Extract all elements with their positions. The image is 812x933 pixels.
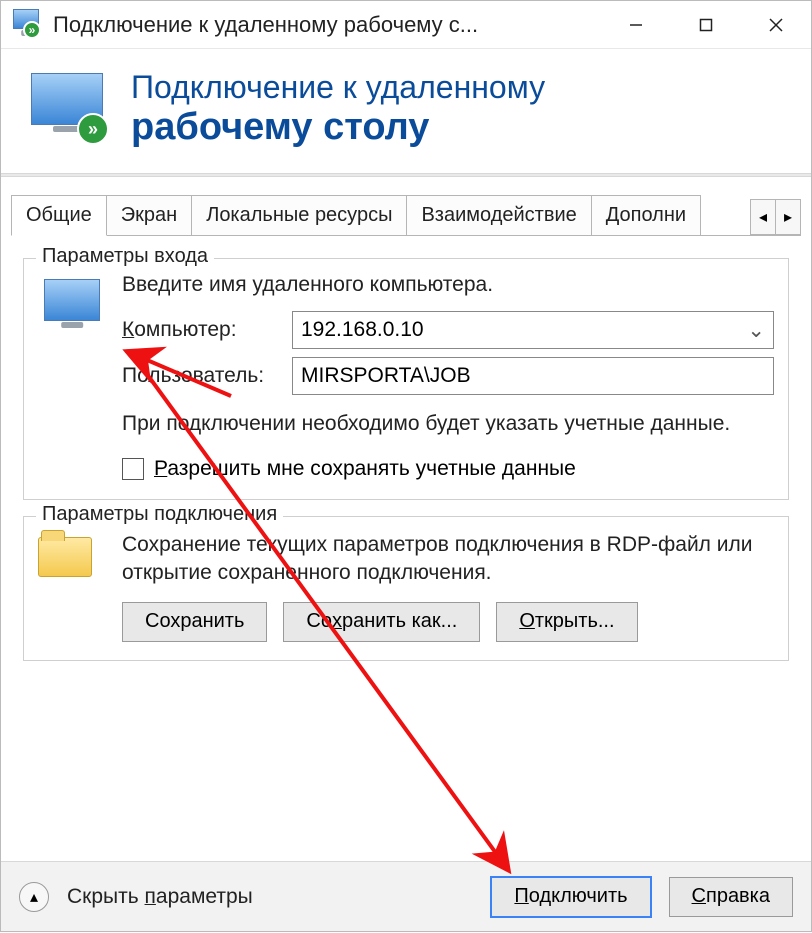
tab-scroll-right-icon[interactable]: ▸ <box>775 199 801 235</box>
open-button[interactable]: Открыть... <box>496 602 637 642</box>
computer-combo[interactable]: 192.168.0.10 ⌄ <box>292 311 774 349</box>
tab-general[interactable]: Общие <box>11 195 107 236</box>
collapse-options-button[interactable]: ▴ <box>19 882 49 912</box>
header-title: Подключение к удаленному рабочему столу <box>131 69 545 149</box>
login-intro: Введите имя удаленного компьютера. <box>122 273 774 297</box>
rdp-hero-icon: » <box>25 69 115 149</box>
login-group: Параметры входа Введите имя удаленного к… <box>23 258 789 499</box>
tab-scroll: ◂ ▸ <box>751 199 801 235</box>
tab-local-resources[interactable]: Локальные ресурсы <box>191 195 407 235</box>
connection-group-legend: Параметры подключения <box>36 503 283 526</box>
remember-label: Разрешить мне сохранять учетные данные <box>154 457 576 481</box>
connect-button[interactable]: Подключить <box>491 877 650 917</box>
computer-label: Компьютер: <box>122 318 292 342</box>
header-line2: рабочему столу <box>131 106 545 150</box>
window-title: Подключение к удаленному рабочему с... <box>53 12 601 38</box>
login-group-legend: Параметры входа <box>36 245 214 268</box>
chevron-down-icon: ⌄ <box>747 318 765 343</box>
help-button[interactable]: Справка <box>669 877 793 917</box>
monitor-icon <box>38 273 122 480</box>
rdp-window: » Подключение к удаленному рабочему с...… <box>0 0 812 932</box>
credentials-note: При подключении необходимо будет указать… <box>122 409 774 438</box>
hide-options-label[interactable]: Скрыть параметры <box>67 885 253 909</box>
maximize-button[interactable] <box>671 1 741 49</box>
user-value: MIRSPORTA\JOB <box>301 364 471 388</box>
bottom-bar: ▴ Скрыть параметры Подключить Справка <box>1 861 811 931</box>
computer-value: 192.168.0.10 <box>301 318 424 342</box>
header-banner: » Подключение к удаленному рабочему стол… <box>1 49 811 173</box>
save-button[interactable]: Сохранить <box>122 602 267 642</box>
titlebar: » Подключение к удаленному рабочему с... <box>1 1 811 49</box>
user-field[interactable]: MIRSPORTA\JOB <box>292 357 774 395</box>
tab-advanced[interactable]: Дополни <box>591 195 701 235</box>
tab-page: Параметры входа Введите имя удаленного к… <box>11 235 801 682</box>
app-icon: » <box>9 7 45 43</box>
minimize-button[interactable] <box>601 1 671 49</box>
folder-icon <box>38 531 122 642</box>
tab-display[interactable]: Экран <box>106 195 192 235</box>
connection-group: Параметры подключения Сохранение текущих… <box>23 516 789 661</box>
remember-checkbox[interactable] <box>122 458 144 480</box>
tab-experience[interactable]: Взаимодействие <box>406 195 591 235</box>
save-as-button[interactable]: Сохранить как... <box>283 602 480 642</box>
header-line1: Подключение к удаленному <box>131 69 545 106</box>
close-button[interactable] <box>741 1 811 49</box>
tab-scroll-left-icon[interactable]: ◂ <box>750 199 776 235</box>
tabstrip: Общие Экран Локальные ресурсы Взаимодейс… <box>1 177 811 235</box>
connection-desc: Сохранение текущих параметров подключени… <box>122 531 774 588</box>
user-label: Пользователь: <box>122 364 292 388</box>
